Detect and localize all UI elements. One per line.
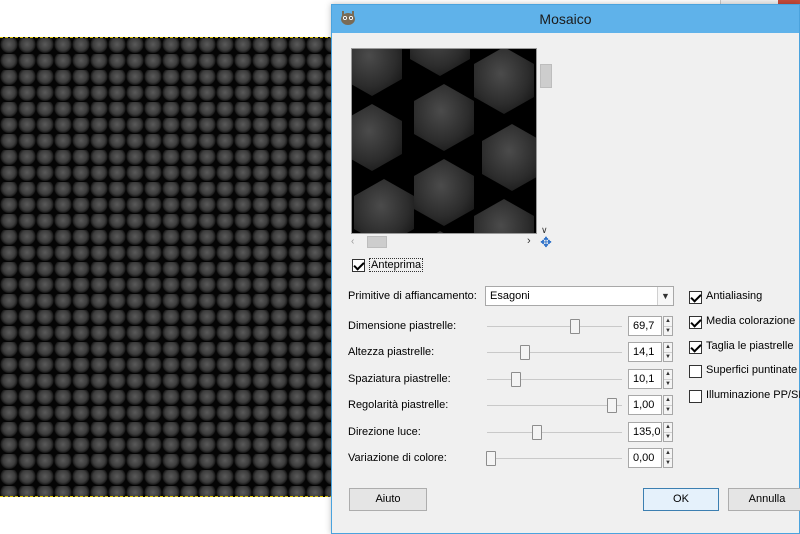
param-slider-handle[interactable] xyxy=(520,345,530,360)
scrollbar-thumb[interactable] xyxy=(540,64,552,88)
mosaic-dialog: Mosaico ∨ ‹ › ✥ Anteprima Primitive di a… xyxy=(331,4,800,534)
option-checkbox[interactable] xyxy=(689,390,702,403)
option-checkbox[interactable] xyxy=(689,365,702,378)
chevron-down-icon[interactable]: ▼ xyxy=(657,287,673,305)
spin-up-icon[interactable]: ▲ xyxy=(664,317,672,326)
option-checkbox-label[interactable]: Media colorazione xyxy=(706,315,795,327)
param-label: Direzione luce: xyxy=(348,426,421,438)
image-canvas-hexagon-pattern[interactable] xyxy=(0,37,333,497)
option-checkbox-label[interactable]: Taglia le piastrelle xyxy=(706,340,793,352)
param-slider-track[interactable] xyxy=(487,326,622,327)
param-value-field[interactable]: 135,0 xyxy=(628,422,662,442)
param-slider-handle[interactable] xyxy=(486,451,496,466)
param-label: Variazione di colore: xyxy=(348,452,447,464)
param-value-field[interactable]: 14,1 xyxy=(628,342,662,362)
spin-up-icon[interactable]: ▲ xyxy=(664,343,672,352)
param-slider-handle[interactable] xyxy=(511,372,521,387)
spin-down-icon[interactable]: ▼ xyxy=(664,405,672,414)
spin-arrows[interactable]: ▲ ▼ xyxy=(663,422,673,442)
spin-down-icon[interactable]: ▼ xyxy=(664,458,672,467)
scrollbar-thumb[interactable] xyxy=(367,236,387,248)
dialog-title: Mosaico xyxy=(539,11,592,27)
param-spin-button[interactable]: 14,1 ▲ ▼ xyxy=(628,342,674,362)
param-slider-handle[interactable] xyxy=(607,398,617,413)
spin-arrows[interactable]: ▲ ▼ xyxy=(663,369,673,389)
option-checkbox[interactable] xyxy=(689,341,702,354)
param-value-field[interactable]: 69,7 xyxy=(628,316,662,336)
spin-arrows[interactable]: ▲ ▼ xyxy=(663,448,673,468)
param-slider-track[interactable] xyxy=(487,352,622,353)
spin-up-icon[interactable]: ▲ xyxy=(664,370,672,379)
param-spin-button[interactable]: 69,7 ▲ ▼ xyxy=(628,316,674,336)
param-slider-track[interactable] xyxy=(487,405,622,406)
spin-down-icon[interactable]: ▼ xyxy=(664,352,672,361)
spin-arrows[interactable]: ▲ ▼ xyxy=(663,395,673,415)
option-checkbox[interactable] xyxy=(689,316,702,329)
chevron-left-icon[interactable]: ‹ xyxy=(351,236,354,247)
spin-down-icon[interactable]: ▼ xyxy=(664,432,672,441)
spin-arrows[interactable]: ▲ ▼ xyxy=(663,316,673,336)
param-slider-handle[interactable] xyxy=(570,319,580,334)
tiling-primitives-value: Esagoni xyxy=(490,290,530,302)
tiling-primitives-label: Primitive di affiancamento: xyxy=(348,290,477,302)
cancel-button[interactable]: Annulla xyxy=(728,488,800,511)
spin-up-icon[interactable]: ▲ xyxy=(664,423,672,432)
spin-down-icon[interactable]: ▼ xyxy=(664,379,672,388)
preview-hexagon-image xyxy=(352,49,536,233)
param-label: Regolarità piastrelle: xyxy=(348,399,449,411)
param-spin-button[interactable]: 0,00 ▲ ▼ xyxy=(628,448,674,468)
option-checkbox-label[interactable]: Antialiasing xyxy=(706,290,762,302)
preview-checkbox-label[interactable]: Anteprima xyxy=(369,258,424,272)
param-spin-button[interactable]: 1,00 ▲ ▼ xyxy=(628,395,674,415)
spin-up-icon[interactable]: ▲ xyxy=(664,449,672,458)
spin-arrows[interactable]: ▲ ▼ xyxy=(663,342,673,362)
param-label: Dimensione piastrelle: xyxy=(348,320,457,332)
preview-horizontal-scrollbar[interactable]: ‹ › xyxy=(351,235,537,249)
option-checkbox-label[interactable]: Illuminazione PP/SF xyxy=(706,389,800,401)
tiling-primitives-select[interactable]: Esagoni ▼ xyxy=(485,286,674,306)
param-slider-handle[interactable] xyxy=(532,425,542,440)
spin-down-icon[interactable]: ▼ xyxy=(664,326,672,335)
preview-checkbox[interactable] xyxy=(352,259,365,272)
spin-up-icon[interactable]: ▲ xyxy=(664,396,672,405)
preview-area[interactable] xyxy=(351,48,537,234)
navigate-move-icon[interactable]: ✥ xyxy=(538,234,554,250)
param-value-field[interactable]: 1,00 xyxy=(628,395,662,415)
preview-vertical-scrollbar[interactable]: ∨ xyxy=(539,48,553,235)
option-checkbox[interactable] xyxy=(689,291,702,304)
param-label: Altezza piastrelle: xyxy=(348,346,435,358)
help-button[interactable]: Aiuto xyxy=(349,488,427,511)
ok-button[interactable]: OK xyxy=(643,488,719,511)
param-slider-track[interactable] xyxy=(487,432,622,433)
title-bar[interactable]: Mosaico xyxy=(332,5,799,33)
param-value-field[interactable]: 0,00 xyxy=(628,448,662,468)
param-slider-track[interactable] xyxy=(487,379,622,380)
chevron-right-icon[interactable]: › xyxy=(527,235,531,247)
param-label: Spaziatura piastrelle: xyxy=(348,373,451,385)
param-value-field[interactable]: 10,1 xyxy=(628,369,662,389)
option-checkbox-label[interactable]: Superfici puntinate xyxy=(706,364,797,376)
image-canvas-area xyxy=(0,0,333,534)
param-slider-track[interactable] xyxy=(487,458,622,459)
param-spin-button[interactable]: 10,1 ▲ ▼ xyxy=(628,369,674,389)
param-spin-button[interactable]: 135,0 ▲ ▼ xyxy=(628,422,674,442)
